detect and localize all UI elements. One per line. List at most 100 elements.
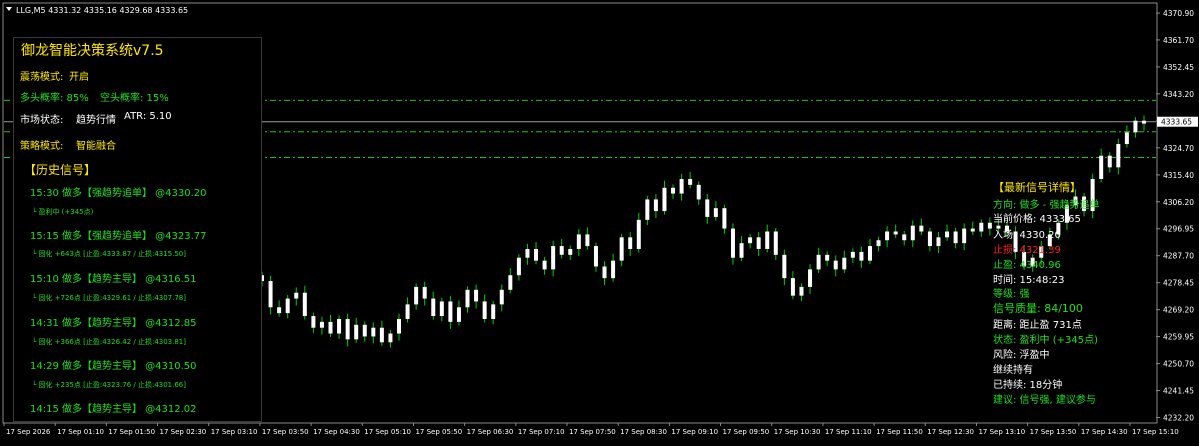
candle-body: [910, 225, 915, 241]
candle-body: [645, 199, 650, 220]
candle-body: [534, 248, 539, 261]
candle-body: [850, 251, 855, 258]
candle-body: [602, 266, 607, 279]
detail-risk: 风险: 浮盈中: [993, 350, 1050, 361]
y-tick-label: 4287.70: [1163, 252, 1194, 261]
detail-status: 状态: 盈利中 (+345点): [993, 335, 1098, 346]
candle-body: [979, 222, 984, 232]
x-tick-label: 17 Sep 01:50: [108, 428, 155, 436]
candle-body: [688, 179, 693, 185]
candle-body: [319, 321, 324, 328]
candle-body: [765, 231, 770, 249]
candle-body: [722, 208, 727, 229]
candle-body: [962, 228, 967, 244]
price-tag-label: 4333.65: [1161, 118, 1192, 127]
candle-body: [705, 199, 710, 217]
x-tick-label: 17 Sep 09:10: [671, 428, 718, 436]
x-tick-label: 17 Sep 09:50: [723, 428, 770, 436]
candle-body: [902, 234, 907, 241]
candle-body: [474, 289, 479, 302]
candle-body: [482, 301, 487, 319]
y-tick-label: 4352.45: [1163, 63, 1194, 72]
x-tick-label: 17 Sep 11:50: [876, 428, 923, 436]
y-tick-label: 4232.20: [1163, 414, 1194, 423]
detail-stop-loss: 止损: 4321.39: [993, 245, 1061, 256]
candle-body: [927, 231, 932, 247]
candle-body: [945, 231, 950, 238]
y-tick-label: 4241.45: [1163, 387, 1194, 396]
detail-entry: 入场: 4330.20: [993, 230, 1061, 241]
atr-value: ATR: 5.10: [124, 111, 172, 122]
candle-body: [414, 286, 419, 305]
candle-body: [842, 257, 847, 270]
candle-body: [285, 298, 290, 314]
x-tick-label: 17 Sep 2026: [6, 428, 51, 436]
candle-body: [371, 327, 376, 337]
detail-distance: 距离: 距止盈 731点: [993, 320, 1082, 331]
market-value: 趋势行情: [76, 115, 116, 126]
candle-body: [970, 228, 975, 232]
x-tick-label: 17 Sep 07:50: [569, 428, 616, 436]
y-tick-label: 4296.95: [1163, 225, 1194, 234]
candle-body: [919, 225, 924, 232]
chart-area[interactable]: LLG,M5 4331.32 4335.16 4329.68 4333.65 4…: [0, 0, 1199, 442]
candle-body: [268, 281, 273, 308]
candle-body: [397, 318, 402, 334]
candle-body: [739, 243, 744, 258]
candle-body: [345, 318, 350, 340]
detail-time: 时间: 15:48:23: [993, 275, 1065, 286]
candle-body: [439, 301, 444, 317]
y-tick-label: 4315.40: [1163, 171, 1194, 180]
x-tick-label: 17 Sep 05:10: [364, 428, 411, 436]
candle-body: [1142, 120, 1146, 124]
candle-body: [748, 237, 753, 244]
candle-body: [679, 179, 684, 194]
candle-body: [302, 292, 307, 317]
candle-body: [833, 260, 838, 270]
x-tick-label: 17 Sep 07:10: [518, 428, 565, 436]
candle-body: [379, 327, 384, 343]
candle-body: [422, 286, 427, 299]
x-tick-label: 17 Sep 13:50: [1030, 428, 1077, 436]
x-tick-label: 17 Sep 01:10: [57, 428, 104, 436]
oscillation-value: 开启: [69, 72, 89, 83]
history-signal: 14:15 做多【趋势主导】 @4312.02: [30, 404, 197, 415]
detail-direction: 方向: 做多 - 强趋势追单: [993, 200, 1100, 211]
x-tick-label: 17 Sep 03:10: [211, 428, 258, 436]
candle-body: [1107, 155, 1112, 168]
candle-body: [508, 275, 513, 290]
detail-quality: 信号质量: 84/100: [993, 302, 1083, 315]
candle-body: [859, 251, 864, 261]
y-tick-label: 4370.90: [1163, 9, 1194, 18]
candle-body: [825, 254, 830, 261]
candle-body: [756, 237, 761, 249]
history-detail: └ 固化 +235点 [止盈:4323.76 / 止损:4301.66]: [32, 381, 186, 389]
candle-body: [568, 248, 573, 255]
candle-body: [516, 257, 521, 276]
y-tick-label: 4361.70: [1163, 36, 1194, 45]
y-tick-label: 4306.20: [1163, 198, 1194, 207]
candle-body: [653, 199, 658, 212]
x-tick-label: 17 Sep 10:30: [774, 428, 821, 436]
x-tick-label: 17 Sep 15:10: [1132, 428, 1179, 436]
x-tick-label: 17 Sep 05:50: [415, 428, 462, 436]
candle-body: [799, 286, 804, 296]
candle-body: [936, 237, 941, 247]
candle-body: [491, 304, 496, 319]
x-tick-label: 17 Sep 04:30: [313, 428, 360, 436]
candle-body: [876, 240, 881, 247]
candle-body: [730, 228, 735, 258]
candle-body: [585, 234, 590, 247]
candle-body: [790, 278, 795, 296]
candle-body: [277, 307, 282, 314]
candle-body: [542, 260, 547, 270]
candle-body: [893, 231, 898, 235]
candle-body: [987, 222, 992, 229]
candle-body: [311, 316, 316, 328]
x-tick-label: 17 Sep 02:30: [160, 428, 207, 436]
indicator-panel: 御龙智能决策系统v7.5 震荡模式: 开启 多头概率: 85% 空头概率: 15…: [13, 37, 262, 422]
candle-body: [1116, 144, 1121, 168]
candle-body: [551, 246, 556, 270]
candle-body: [671, 187, 676, 194]
x-tick-label: 17 Sep 11:10: [825, 428, 872, 436]
